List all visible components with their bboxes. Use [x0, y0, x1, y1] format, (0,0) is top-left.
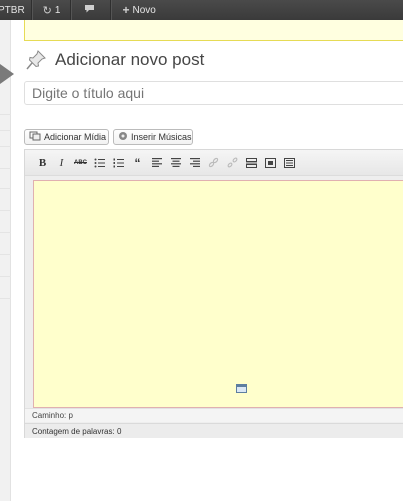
italic-label: I [59, 156, 64, 169]
music-icon [118, 131, 128, 143]
menu-divider [0, 232, 11, 233]
page-title: Adicionar novo post [55, 50, 205, 69]
insert-music-label: Inserir Músicas [131, 132, 192, 142]
site-name-link[interactable]: PTBR [0, 0, 31, 20]
strikethrough-label: ABC [74, 159, 87, 166]
media-icon [29, 131, 41, 143]
menu-divider [0, 210, 11, 211]
menu-divider [0, 276, 11, 277]
current-menu-arrow-icon [0, 64, 14, 84]
word-count: Contagem de palavras: 0 [25, 423, 403, 438]
add-media-button[interactable]: Adicionar Mídia [24, 129, 109, 145]
bold-button[interactable]: B [33, 154, 52, 172]
bullet-list-icon[interactable] [90, 154, 109, 172]
fullscreen-icon[interactable] [261, 154, 280, 172]
editor-path: Caminho: p [25, 408, 403, 422]
remove-link-icon[interactable] [223, 154, 242, 172]
plus-icon: + [122, 3, 130, 17]
insert-music-button[interactable]: Inserir Músicas [113, 129, 193, 145]
align-right-icon[interactable] [185, 154, 204, 172]
admin-menu [0, 20, 14, 501]
admin-bar: PTBR ↻ 1 + Novo [0, 0, 403, 20]
menu-divider [0, 254, 11, 255]
menu-divider [0, 146, 11, 147]
menu-divider [0, 130, 11, 131]
insert-link-icon[interactable] [204, 154, 223, 172]
new-content-link[interactable]: + Novo [112, 0, 165, 20]
new-content-label: Novo [132, 4, 156, 16]
post-title-input[interactable] [24, 81, 403, 105]
menu-divider [0, 298, 11, 299]
menu-divider [0, 168, 11, 169]
insert-more-icon[interactable] [242, 154, 261, 172]
menu-divider [0, 188, 11, 189]
italic-button[interactable]: I [52, 154, 71, 172]
admin-notice [24, 20, 403, 41]
align-center-icon[interactable] [166, 154, 185, 172]
editor-toolbar: B I ABC “ [25, 150, 403, 176]
strikethrough-button[interactable]: ABC [71, 154, 90, 172]
updates-count: 1 [54, 4, 61, 16]
add-media-label: Adicionar Mídia [44, 132, 107, 142]
site-name-label: PTBR [0, 4, 25, 16]
pushpin-icon [25, 49, 47, 71]
speech-bubble-icon [84, 4, 95, 17]
bold-label: B [38, 156, 47, 169]
numbered-list-icon[interactable] [109, 154, 128, 172]
menu-divider [0, 114, 11, 115]
editor-content-area[interactable] [33, 180, 403, 408]
blockquote-icon[interactable]: “ [128, 154, 147, 172]
window-icon [236, 384, 247, 393]
comments-link[interactable] [72, 0, 110, 20]
updates-link[interactable]: ↻ 1 [33, 0, 71, 20]
refresh-icon: ↻ [42, 4, 52, 17]
kitchen-sink-icon[interactable] [280, 154, 299, 172]
post-editor: B I ABC “ Caminho: p Contagem de palavra… [24, 149, 403, 438]
align-left-icon[interactable] [147, 154, 166, 172]
